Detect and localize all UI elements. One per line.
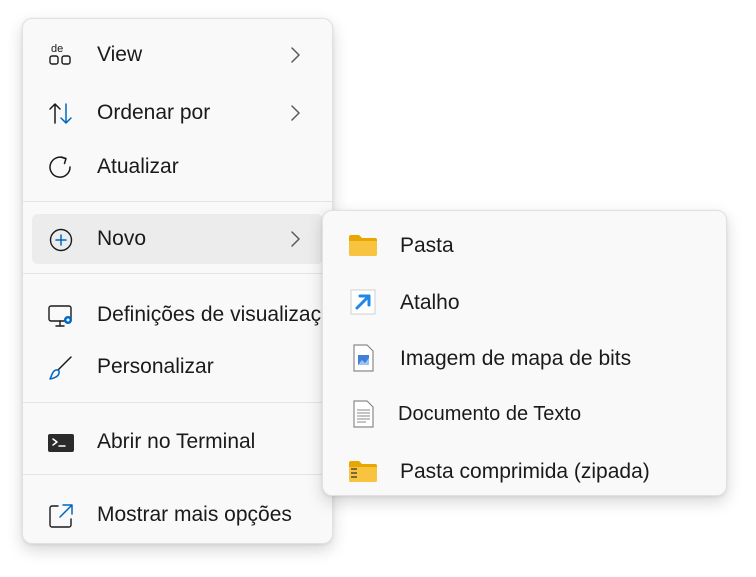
submenu-item-label: Documento de Texto bbox=[398, 403, 582, 425]
zip-folder-icon bbox=[348, 456, 378, 486]
menu-divider bbox=[23, 474, 332, 475]
menu-item-label: Atualizar bbox=[97, 155, 179, 178]
folder-icon bbox=[348, 230, 378, 260]
menu-item-label: Abrir no Terminal bbox=[97, 430, 256, 453]
menu-item-label: Novo bbox=[97, 227, 147, 250]
menu-item-label: Personalizar bbox=[97, 355, 214, 378]
submenu-item-label: Pasta comprimida (zipada) bbox=[400, 460, 650, 483]
menu-item-terminal[interactable]: Abrir no Terminal bbox=[32, 417, 323, 467]
shortcut-icon bbox=[348, 287, 378, 317]
view-icon: de bbox=[46, 41, 76, 71]
display-settings-icon bbox=[46, 301, 76, 331]
submenu-item-label: Imagem de mapa de bits bbox=[400, 347, 632, 370]
submenu-item-text-document[interactable]: Documento de Texto bbox=[332, 389, 717, 439]
refresh-icon bbox=[46, 153, 76, 183]
menu-item-refresh[interactable]: Atualizar bbox=[32, 142, 323, 192]
menu-item-view[interactable]: de View bbox=[32, 30, 323, 80]
menu-divider bbox=[23, 402, 332, 403]
menu-divider bbox=[23, 201, 332, 202]
submenu-item-folder[interactable]: Pasta bbox=[332, 220, 717, 270]
menu-divider bbox=[23, 273, 332, 274]
chevron-right-icon bbox=[289, 227, 303, 251]
submenu-item-bitmap[interactable]: Imagem de mapa de bits bbox=[332, 333, 717, 383]
new-icon bbox=[46, 225, 76, 255]
submenu-item-shortcut[interactable]: Atalho bbox=[332, 277, 717, 327]
menu-item-sort[interactable]: Ordenar por bbox=[32, 88, 323, 138]
terminal-icon bbox=[46, 428, 76, 458]
menu-item-label: Mostrar mais opções bbox=[97, 503, 292, 526]
submenu-item-label: Pasta bbox=[400, 234, 454, 257]
menu-item-new[interactable]: Novo bbox=[32, 214, 323, 264]
more-options-icon bbox=[46, 501, 76, 531]
bitmap-icon bbox=[348, 343, 378, 373]
sort-icon bbox=[46, 99, 76, 129]
menu-item-personalize[interactable]: Personalizar bbox=[32, 342, 323, 392]
menu-item-label: Definições de visualização bbox=[97, 303, 345, 326]
submenu-item-label: Atalho bbox=[400, 291, 460, 314]
context-menu: de View Ordenar por Atualizar Novo Defin… bbox=[22, 18, 344, 544]
menu-item-label: Ordenar por bbox=[97, 101, 211, 124]
brush-icon bbox=[46, 353, 76, 383]
new-submenu: Pasta Atalho Imagem de mapa de bits Docu… bbox=[322, 210, 727, 496]
svg-text:de: de bbox=[51, 43, 63, 55]
menu-item-more-options[interactable]: Mostrar mais opções bbox=[32, 490, 323, 540]
chevron-right-icon bbox=[289, 43, 303, 67]
chevron-right-icon bbox=[289, 101, 303, 125]
menu-item-label: View bbox=[97, 43, 143, 66]
submenu-item-zip-folder[interactable]: Pasta comprimida (zipada) bbox=[332, 446, 717, 496]
menu-item-display-settings[interactable]: Definições de visualização bbox=[32, 290, 344, 340]
text-document-icon bbox=[348, 399, 378, 429]
